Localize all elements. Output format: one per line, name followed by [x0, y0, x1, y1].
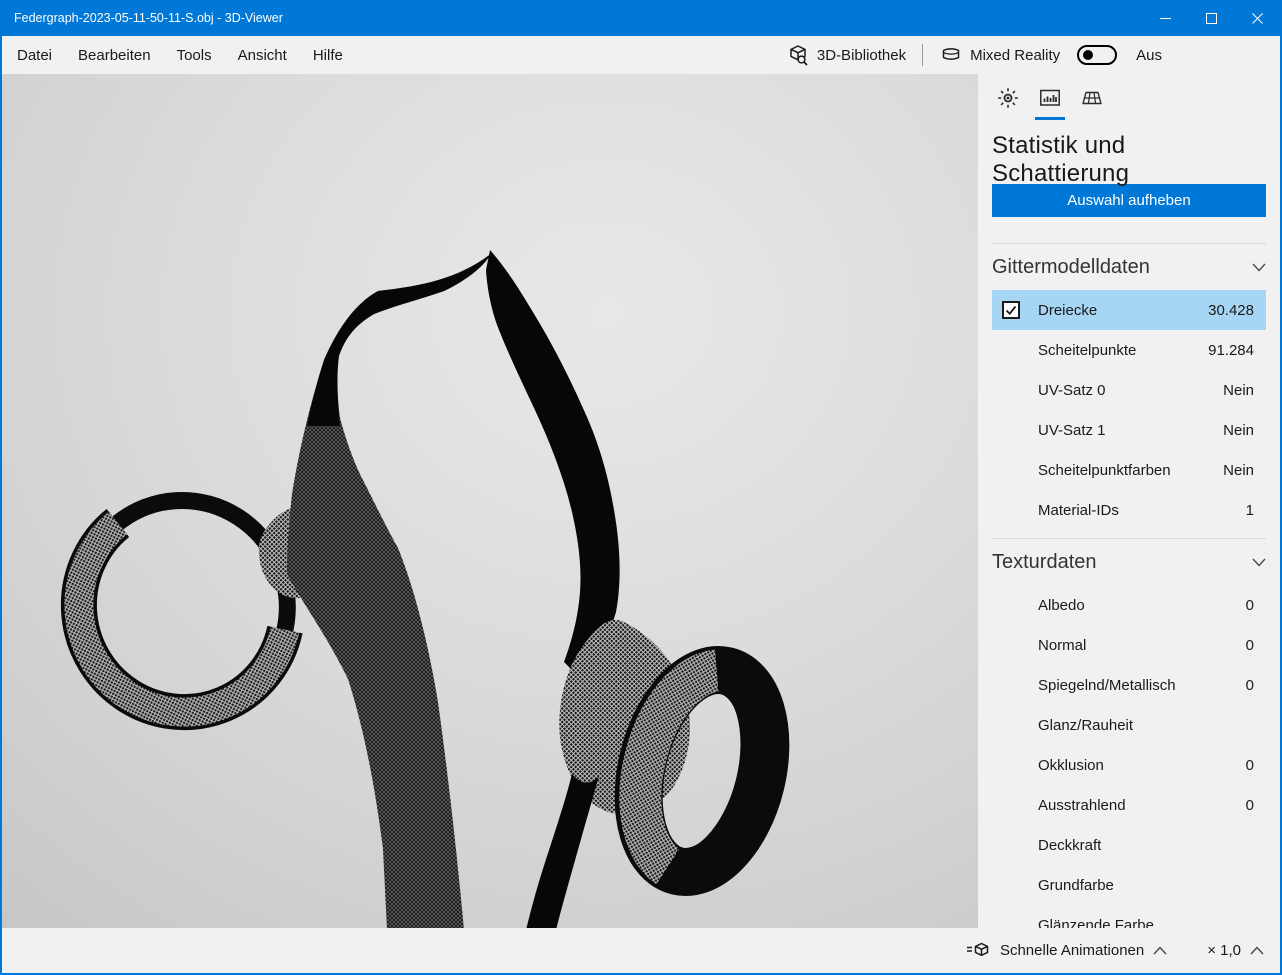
row-label: Glanz/Rauheit — [1038, 717, 1254, 734]
mixed-reality-group: Mixed Reality Aus — [939, 43, 1162, 67]
grid-icon — [1080, 86, 1104, 110]
row-value: Nein — [1223, 382, 1254, 399]
row-value: 0 — [1246, 757, 1254, 774]
chevron-down-icon — [1252, 558, 1266, 567]
3d-model-federgraph — [2, 74, 978, 928]
tab-environment[interactable] — [994, 86, 1022, 120]
chevron-up-icon[interactable] — [1250, 946, 1264, 955]
row-label: Scheitelpunktfarben — [1038, 462, 1223, 479]
minimize-icon — [1160, 13, 1171, 24]
tab-statistics[interactable] — [1036, 86, 1064, 120]
3d-library-label: 3D-Bibliothek — [817, 47, 906, 64]
row-label: Albedo — [1038, 597, 1246, 614]
mixed-reality-icon — [939, 43, 963, 67]
panel-tabs — [992, 74, 1266, 122]
checkbox-checked[interactable] — [1002, 301, 1020, 319]
row-label: Glänzende Farbe — [1038, 917, 1254, 929]
viewport-3d[interactable] — [2, 74, 978, 928]
row-value: 1 — [1246, 502, 1254, 519]
table-row-scheitelpunktfarben[interactable]: Scheitelpunktfarben Nein — [992, 450, 1266, 490]
stats-panel: Statistik und Schattierung Auswahl aufhe… — [978, 74, 1280, 928]
mixed-reality-label: Mixed Reality — [970, 47, 1060, 64]
menubar: Datei Bearbeiten Tools Ansicht Hilfe 3D-… — [2, 36, 1280, 74]
playback-speed[interactable]: × 1,0 — [1207, 942, 1241, 959]
animation-cube-icon — [965, 940, 991, 962]
toolbar-divider — [922, 44, 923, 66]
row-label: Dreiecke — [1038, 302, 1208, 319]
table-row-glaenzende-farbe[interactable]: Glänzende Farbe — [992, 905, 1266, 928]
deselect-button[interactable]: Auswahl aufheben — [992, 184, 1266, 217]
animations-menu[interactable]: Schnelle Animationen — [1000, 942, 1144, 959]
row-label: Scheitelpunkte — [1038, 342, 1208, 359]
section-title: Gittermodelldaten — [992, 256, 1150, 279]
close-button[interactable] — [1234, 0, 1280, 36]
table-row-uv-satz-0[interactable]: UV-Satz 0 Nein — [992, 370, 1266, 410]
row-label: Spiegelnd/Metallisch — [1038, 677, 1246, 694]
statusbar: Schnelle Animationen × 1,0 — [2, 928, 1280, 973]
table-row-spiegelnd-metallisch[interactable]: Spiegelnd/Metallisch 0 — [992, 665, 1266, 705]
table-row-albedo[interactable]: Albedo 0 — [992, 585, 1266, 625]
row-label: Okklusion — [1038, 757, 1246, 774]
row-label: UV-Satz 0 — [1038, 382, 1223, 399]
row-value: 0 — [1246, 637, 1254, 654]
3d-library-icon — [786, 43, 810, 67]
row-value: Nein — [1223, 422, 1254, 439]
row-label: Material-IDs — [1038, 502, 1246, 519]
table-row-glanz-rauheit[interactable]: Glanz/Rauheit — [992, 705, 1266, 745]
menu-hilfe[interactable]: Hilfe — [300, 36, 356, 74]
table-row-okklusion[interactable]: Okklusion 0 — [992, 745, 1266, 785]
stats-chart-icon — [1038, 86, 1062, 110]
section-header-gittermodelldaten[interactable]: Gittermodelldaten — [992, 244, 1266, 290]
row-value: 0 — [1246, 797, 1254, 814]
row-value: Nein — [1223, 462, 1254, 479]
row-value: 0 — [1246, 597, 1254, 614]
menu-ansicht[interactable]: Ansicht — [225, 36, 300, 74]
checkbox-wrap — [1002, 301, 1038, 319]
checkmark-icon — [1004, 303, 1018, 317]
table-row-scheitelpunkte[interactable]: Scheitelpunkte 91.284 — [992, 330, 1266, 370]
row-label: Ausstrahlend — [1038, 797, 1246, 814]
minimize-button[interactable] — [1142, 0, 1188, 36]
titlebar: Federgraph-2023-05-11-50-11-S.obj - 3D-V… — [2, 0, 1280, 36]
row-label: Deckkraft — [1038, 837, 1254, 854]
row-label: UV-Satz 1 — [1038, 422, 1223, 439]
tab-underline — [1077, 117, 1107, 120]
section-title: Texturdaten — [992, 551, 1097, 574]
window-title: Federgraph-2023-05-11-50-11-S.obj - 3D-V… — [2, 11, 1142, 25]
tab-underline — [993, 117, 1023, 120]
maximize-button[interactable] — [1188, 0, 1234, 36]
chevron-up-icon[interactable] — [1153, 946, 1167, 955]
table-row-uv-satz-1[interactable]: UV-Satz 1 Nein — [992, 410, 1266, 450]
app-window: Federgraph-2023-05-11-50-11-S.obj - 3D-V… — [0, 0, 1282, 975]
table-row-material-ids[interactable]: Material-IDs 1 — [992, 490, 1266, 530]
table-row-dreiecke[interactable]: Dreiecke 30.428 — [992, 290, 1266, 330]
table-row-normal[interactable]: Normal 0 — [992, 625, 1266, 665]
row-label: Grundfarbe — [1038, 877, 1254, 894]
table-row-grundfarbe[interactable]: Grundfarbe — [992, 865, 1266, 905]
row-value: 91.284 — [1208, 342, 1254, 359]
sun-icon — [996, 86, 1020, 110]
toggle-knob — [1083, 50, 1093, 60]
row-value: 0 — [1246, 677, 1254, 694]
row-value: 30.428 — [1208, 302, 1254, 319]
menu-datei[interactable]: Datei — [4, 36, 65, 74]
active-tab-underline — [1035, 117, 1065, 120]
table-row-deckkraft[interactable]: Deckkraft — [992, 825, 1266, 865]
mixed-reality-state: Aus — [1136, 47, 1162, 64]
3d-library-button[interactable]: 3D-Bibliothek — [786, 43, 906, 67]
mixed-reality-toggle[interactable] — [1077, 45, 1117, 65]
panel-title: Statistik und Schattierung — [992, 132, 1266, 168]
maximize-icon — [1206, 13, 1217, 24]
row-label: Normal — [1038, 637, 1246, 654]
menu-tools[interactable]: Tools — [164, 36, 225, 74]
chevron-down-icon — [1252, 263, 1266, 272]
menu-bearbeiten[interactable]: Bearbeiten — [65, 36, 164, 74]
table-row-ausstrahlend[interactable]: Ausstrahlend 0 — [992, 785, 1266, 825]
close-icon — [1252, 13, 1263, 24]
section-header-texturdaten[interactable]: Texturdaten — [992, 539, 1266, 585]
tab-wireframe[interactable] — [1078, 86, 1106, 120]
